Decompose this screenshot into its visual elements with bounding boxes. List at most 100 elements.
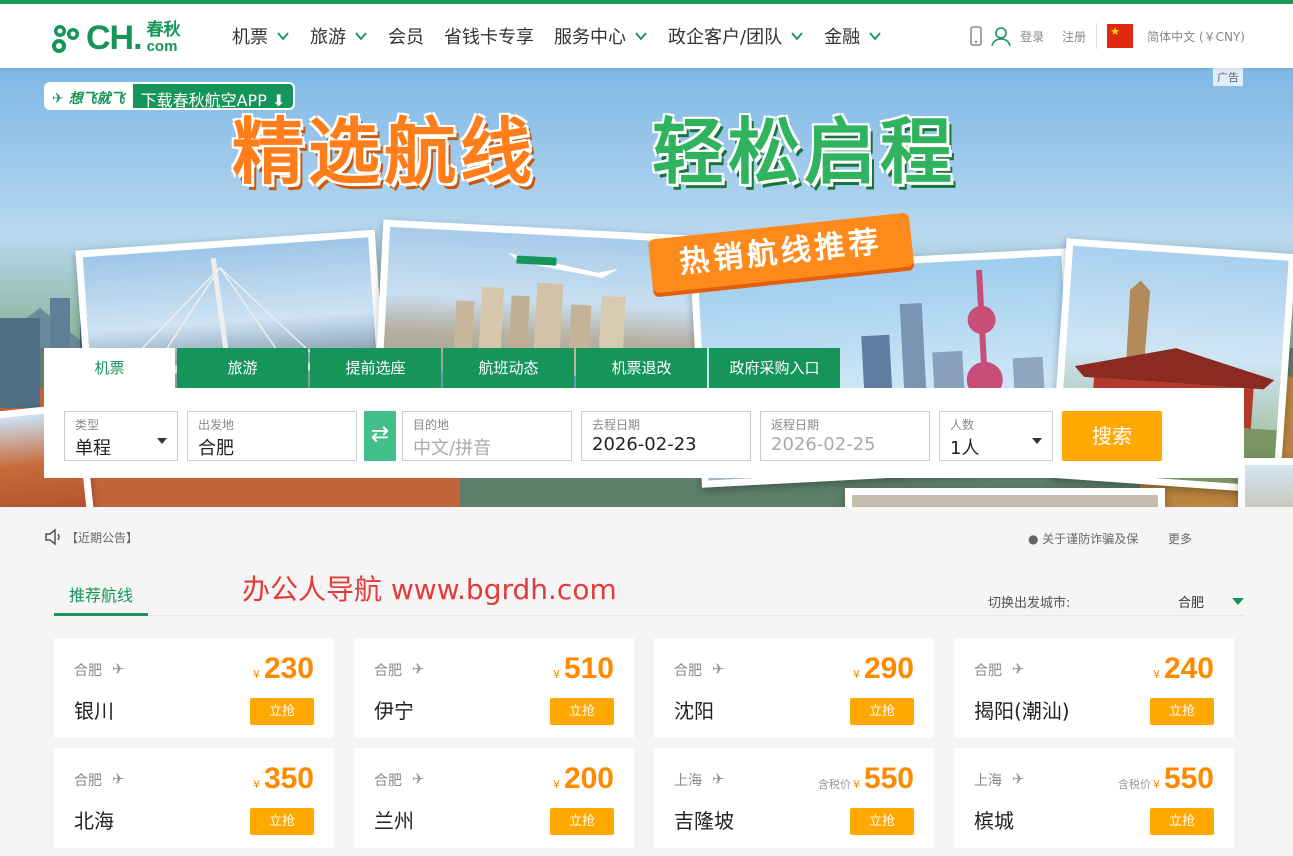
- grab-ticket-button[interactable]: 立抢: [1150, 808, 1214, 835]
- origin-field[interactable]: 出发地 合肥: [187, 411, 357, 461]
- depart-date-label: 去程日期: [592, 418, 641, 432]
- more-link[interactable]: 更多: [1168, 530, 1192, 547]
- plane-icon: ✈: [412, 660, 425, 678]
- route-origin: 上海: [674, 773, 702, 789]
- price-value: 290: [863, 652, 914, 685]
- app-download-badge[interactable]: ✈ 想飞就飞 下载春秋航空APP ⬇: [44, 82, 296, 110]
- route-card[interactable]: 合肥 ✈ 揭阳(潮汕) ¥240 立抢: [954, 638, 1234, 738]
- trip-type-value: 单程: [75, 438, 111, 459]
- route-card[interactable]: 合肥 ✈ 银川 ¥230 立抢: [54, 638, 334, 738]
- currency-symbol: ¥: [1152, 778, 1160, 791]
- nav-item-3[interactable]: 省钱卡专享: [444, 23, 534, 49]
- language-selector[interactable]: 简体中文 (￥CNY): [1147, 28, 1245, 45]
- china-flag-icon[interactable]: ★: [1107, 24, 1134, 48]
- depart-date-value: 2026-02-23: [592, 434, 697, 455]
- tab-recommended-routes[interactable]: 推荐航线: [54, 576, 148, 616]
- nav-item-label: 政企客户/团队: [668, 27, 783, 48]
- nav-item-6[interactable]: 金融: [824, 23, 882, 49]
- route-card[interactable]: 上海 ✈ 槟城 含税价 ¥550 立抢: [954, 748, 1234, 848]
- login-link[interactable]: 登录: [1020, 28, 1044, 45]
- route-destination: 银川: [74, 699, 114, 723]
- nav-item-0[interactable]: 机票: [232, 23, 290, 49]
- nav-item-5[interactable]: 政企客户/团队: [668, 23, 804, 49]
- main-nav: 机票 旅游 会员 省钱卡专享 服务中心 政企客户/团队 金融: [232, 4, 902, 68]
- mobile-icon[interactable]: [970, 26, 982, 46]
- price-value: 230: [263, 652, 314, 685]
- nav-item-label: 金融: [824, 27, 861, 48]
- photo-right-edge: [1238, 458, 1293, 507]
- app-download-label: 下载春秋航空APP: [140, 91, 267, 110]
- route-destination: 兰州: [374, 809, 414, 833]
- chevron-down-icon: [355, 32, 367, 41]
- nav-item-label: 服务中心: [554, 27, 626, 48]
- search-button[interactable]: 搜索: [1062, 411, 1162, 461]
- speaker-icon: [45, 528, 60, 546]
- announcement-label: 【近期公告】: [66, 530, 139, 545]
- depart-date-field[interactable]: 去程日期 2026-02-23: [581, 411, 751, 461]
- header-right: 登录 注册 ★ 简体中文 (￥CNY): [970, 4, 1245, 68]
- grab-ticket-button[interactable]: 立抢: [550, 698, 614, 725]
- route-card[interactable]: 合肥 ✈ 伊宁 ¥510 立抢: [354, 638, 634, 738]
- route-card[interactable]: 上海 ✈ 吉隆坡 含税价 ¥550 立抢: [654, 748, 934, 848]
- grab-ticket-button[interactable]: 立抢: [850, 698, 914, 725]
- tab-0[interactable]: 机票: [44, 348, 175, 388]
- route-price: ¥510: [551, 652, 614, 686]
- chevron-down-icon: [791, 32, 803, 41]
- route-card[interactable]: 合肥 ✈ 北海 ¥350 立抢: [54, 748, 334, 848]
- grab-ticket-button[interactable]: 立抢: [1150, 698, 1214, 725]
- route-origin: 合肥: [974, 663, 1002, 679]
- grab-ticket-button[interactable]: 立抢: [250, 698, 314, 725]
- headline-1: 精选航线: [232, 110, 537, 194]
- route-card[interactable]: 合肥 ✈ 沈阳 ¥290 立抢: [654, 638, 934, 738]
- recommended-routes-header: 推荐航线 办公人导航 www.bgrdh.com 切换出发城市: 合肥: [54, 573, 1245, 616]
- return-date-field[interactable]: 返程日期 2026-02-25: [760, 411, 930, 461]
- app-slogan-text: 想飞就飞: [68, 91, 125, 107]
- return-date-value: 2026-02-25: [771, 434, 876, 455]
- nav-item-2[interactable]: 会员: [388, 23, 424, 49]
- departure-city-select[interactable]: 合肥: [1178, 592, 1204, 611]
- caret-down-icon: [157, 438, 167, 444]
- route-destination: 伊宁: [374, 699, 414, 723]
- currency-symbol: ¥: [252, 668, 260, 681]
- site-header: CH. 春秋 com 机票 旅游 会员 省钱卡专享 服务中心 政企客户/团队 金融 登录 注…: [0, 4, 1293, 68]
- tab-2[interactable]: 提前选座: [310, 348, 441, 388]
- destination-field[interactable]: 目的地 中文/拼音: [402, 411, 572, 461]
- route-origin: 合肥: [674, 663, 702, 679]
- passenger-count-select[interactable]: 人数 1人: [939, 411, 1053, 461]
- route-origin: 上海: [974, 773, 1002, 789]
- watermark-text: 办公人导航 www.bgrdh.com: [242, 573, 617, 606]
- return-date-label: 返程日期: [771, 418, 820, 432]
- currency-symbol: ¥: [852, 778, 860, 791]
- grab-ticket-button[interactable]: 立抢: [250, 808, 314, 835]
- user-icon[interactable]: [990, 25, 1012, 47]
- grab-ticket-button[interactable]: 立抢: [550, 808, 614, 835]
- announcement-item[interactable]: ● 关于谨防诈骗及保: [1028, 530, 1138, 547]
- caret-down-icon[interactable]: [1232, 598, 1244, 605]
- currency-symbol: ¥: [852, 668, 860, 681]
- nav-item-4[interactable]: 服务中心: [554, 23, 648, 49]
- tab-1[interactable]: 旅游: [177, 348, 308, 388]
- logo-cn-text: 春秋: [146, 20, 181, 40]
- route-price: ¥240: [1151, 652, 1214, 686]
- price-value: 510: [563, 652, 614, 685]
- tax-included-label: 含税价: [817, 778, 851, 791]
- chevron-down-icon: [635, 32, 647, 41]
- trip-type-select[interactable]: 类型 单程: [64, 411, 178, 461]
- tab-3[interactable]: 航班动态: [443, 348, 574, 388]
- destination-label: 目的地: [413, 418, 450, 432]
- chevron-down-icon: [869, 32, 881, 41]
- register-link[interactable]: 注册: [1062, 28, 1086, 45]
- search-tabs: 机票 旅游 提前选座 航班动态 机票退改 政府采购入口: [44, 348, 840, 388]
- currency-symbol: ¥: [552, 668, 560, 681]
- nav-item-1[interactable]: 旅游: [310, 23, 368, 49]
- tab-4[interactable]: 机票退改: [576, 348, 707, 388]
- route-destination: 吉隆坡: [674, 809, 734, 833]
- tab-5[interactable]: 政府采购入口: [709, 348, 840, 388]
- route-card[interactable]: 合肥 ✈ 兰州 ¥200 立抢: [354, 748, 634, 848]
- route-destination: 槟城: [974, 809, 1014, 833]
- grab-ticket-button[interactable]: 立抢: [850, 808, 914, 835]
- route-price: ¥350: [251, 762, 314, 796]
- route-price: ¥200: [551, 762, 614, 796]
- swap-cities-button[interactable]: ⇄: [364, 411, 396, 461]
- logo[interactable]: CH. 春秋 com: [48, 18, 181, 58]
